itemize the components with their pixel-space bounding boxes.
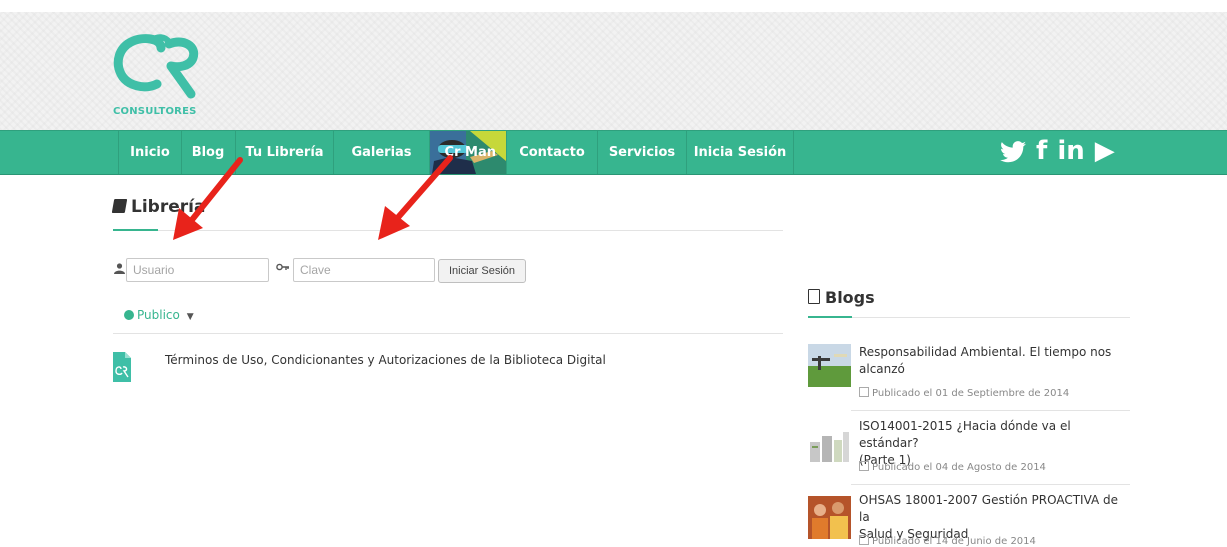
caret-down-icon: ▼ (186, 312, 194, 322)
twitter-icon[interactable] (1000, 140, 1026, 163)
login-button[interactable]: Iniciar Sesión (438, 259, 527, 283)
key-icon (276, 262, 290, 276)
blog-post-date: Publicado el 01 de Septiembre de 2014 (859, 387, 1069, 399)
filter-divider (113, 333, 783, 334)
calendar-icon (859, 461, 869, 471)
globe-icon (124, 310, 134, 320)
nav-label: Cr Man (444, 145, 496, 160)
nav-item-tu-libreria[interactable]: Tu Librería (236, 131, 334, 174)
library-title-text: Librería (131, 197, 206, 217)
nav-item-galerias[interactable]: Galerias (334, 131, 430, 174)
facebook-icon[interactable]: f (1036, 130, 1047, 173)
nav-label: Galerias (351, 145, 412, 160)
nav-item-blog[interactable]: Blog (181, 131, 236, 174)
nav-item-contacto[interactable]: Contacto (507, 131, 598, 174)
nav-label: Inicia Sesión (693, 145, 787, 160)
blog-post-title-line: OHSAS 18001-2007 Gestión PROACTIVA de la (859, 493, 1119, 524)
visibility-filter-dropdown[interactable]: Publico ▼ (124, 308, 194, 322)
library-accent-bar (113, 229, 158, 231)
linkedin-icon[interactable]: in (1057, 130, 1084, 173)
calendar-icon (859, 535, 869, 545)
blog-thumbnail (808, 344, 851, 387)
blog-post-title-line: Responsabilidad Ambiental. El tiempo nos (859, 345, 1112, 359)
blogs-accent-bar (808, 316, 852, 318)
blog-post-title-line: ISO14001-2015 ¿Hacia dónde va el estánda… (859, 419, 1071, 450)
blogs-title-text: Blogs (825, 288, 875, 307)
library-divider (113, 230, 783, 231)
blog-post-title-line: alcanzó (859, 362, 905, 376)
blog-post[interactable]: OHSAS 18001-2007 Gestión PROACTIVA de la… (808, 492, 1130, 547)
book-icon (111, 199, 128, 213)
blog-post-date: Publicado el 04 de Agosto de 2014 (859, 461, 1046, 473)
blog-thumbnail (808, 496, 851, 539)
cr-logo-icon (113, 34, 199, 99)
blog-divider (851, 484, 1130, 485)
nav-label: Blog (191, 145, 225, 160)
password-input[interactable] (293, 258, 435, 282)
header-banner: CONSULTORES (0, 12, 1227, 130)
blog-post-date: Publicado el 14 de Junio de 2014 (859, 535, 1036, 547)
blog-divider (851, 410, 1130, 411)
nav-item-servicios[interactable]: Servicios (598, 131, 687, 174)
youtube-play-icon[interactable]: ▶ (1095, 130, 1115, 173)
document-link[interactable]: Términos de Uso, Condicionantes y Autori… (165, 353, 606, 367)
blogs-divider (808, 317, 1130, 318)
filter-label: Publico (137, 308, 180, 322)
nav-label: Inicio (130, 145, 170, 160)
social-links: f in ▶ (1000, 130, 1115, 173)
logo-text: CONSULTORES (113, 106, 197, 117)
calendar-icon (859, 387, 869, 397)
document-icon[interactable] (113, 352, 131, 382)
blogs-title: Blogs (808, 288, 875, 307)
blog-post[interactable]: Responsabilidad Ambiental. El tiempo nos… (808, 344, 1130, 404)
blog-thumbnail (808, 422, 851, 465)
blog-post-date-text: Publicado el 04 de Agosto de 2014 (872, 462, 1046, 473)
nav-item-cr-man[interactable]: Cr Man (430, 131, 507, 174)
blog-post-title: Responsabilidad Ambiental. El tiempo nos… (859, 344, 1129, 378)
blog-post-date-text: Publicado el 14 de Junio de 2014 (872, 536, 1036, 547)
blog-post[interactable]: ISO14001-2015 ¿Hacia dónde va el estánda… (808, 418, 1130, 478)
nav-item-inicio[interactable]: Inicio (118, 131, 182, 174)
logo[interactable]: CONSULTORES (113, 32, 203, 122)
blog-post-date-text: Publicado el 01 de Septiembre de 2014 (872, 388, 1070, 399)
nav-label: Contacto (519, 145, 585, 160)
username-input[interactable] (126, 258, 269, 282)
nav-label: Tu Librería (245, 145, 324, 160)
nav-item-inicia-sesion[interactable]: Inicia Sesión (687, 131, 794, 174)
user-icon (114, 263, 125, 277)
library-title: Librería (111, 197, 206, 217)
nav-label: Servicios (608, 145, 676, 160)
file-icon (808, 289, 820, 304)
